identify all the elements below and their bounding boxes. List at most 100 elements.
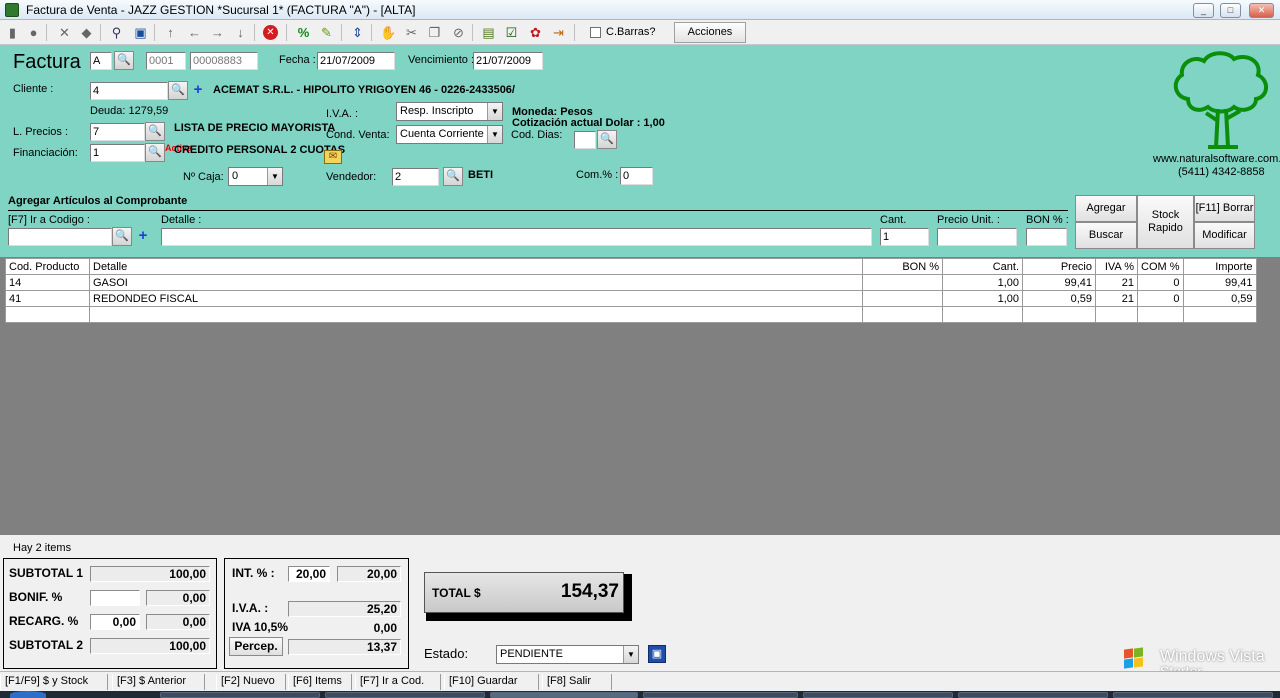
fkey-f10[interactable]: [F10] Guardar (444, 674, 539, 690)
modificar-button[interactable]: Modificar (1194, 222, 1255, 249)
acciones-button[interactable]: Acciones (674, 22, 746, 43)
bon-field[interactable] (1026, 228, 1067, 246)
col-iva[interactable]: IVA % (1095, 258, 1138, 275)
shield-icon[interactable]: ◆ (78, 24, 95, 41)
tipo-field[interactable]: A (90, 52, 112, 70)
ir-codigo-field[interactable] (8, 228, 112, 246)
cod-dias-field[interactable] (574, 131, 596, 149)
financiacion-codigo-field[interactable]: 1 (90, 144, 145, 162)
numero-field[interactable]: 00008883 (190, 52, 258, 70)
save-icon[interactable]: ▣ (132, 24, 149, 41)
fkey-f6[interactable]: [F6] Items (288, 674, 352, 690)
financiacion-search-button[interactable]: 🔍 (145, 143, 165, 162)
table-row[interactable] (5, 306, 1257, 323)
taskbar-button[interactable] (490, 692, 638, 698)
add-cliente-plus-icon[interactable]: + (191, 82, 205, 97)
precio-unit-field[interactable] (937, 228, 1017, 246)
close-button[interactable]: ✕ (1249, 3, 1274, 18)
codigo-search-button[interactable]: 🔍 (112, 227, 132, 246)
exit-icon[interactable]: ⇥ (550, 24, 567, 41)
chevron-down-icon: ▼ (623, 646, 638, 663)
save-icon[interactable]: ▣ (648, 645, 666, 663)
bonif-pct-field[interactable] (90, 590, 140, 606)
taskbar-button[interactable] (160, 692, 320, 698)
fkey-f3[interactable]: [F3] $ Anterior (112, 674, 205, 690)
arrow-up-icon[interactable]: ↑ (162, 24, 179, 41)
percent-icon[interactable]: % (295, 24, 312, 41)
cant-field[interactable]: 1 (880, 228, 929, 246)
vendedor-search-button[interactable]: 🔍 (443, 167, 463, 186)
iva-select[interactable]: Resp. Inscripto ▼ (396, 102, 503, 121)
start-orb-icon[interactable] (10, 691, 46, 698)
vencimiento-field[interactable]: 21/07/2009 (473, 52, 543, 70)
cod-dias-search-button[interactable]: 🔍 (597, 130, 617, 149)
col-importe[interactable]: Importe (1182, 258, 1257, 275)
estado-select[interactable]: PENDIENTE ▼ (496, 645, 639, 664)
book-icon[interactable]: ▤ (480, 24, 497, 41)
add-articulo-plus-icon[interactable]: + (136, 228, 150, 243)
cliente-label: Cliente : (13, 83, 54, 95)
new-doc-icon[interactable]: ▮ (4, 24, 21, 41)
fkey-f2[interactable]: [F2] Nuevo (216, 674, 286, 690)
lprecios-codigo-field[interactable]: 7 (90, 123, 145, 141)
taskbar-button[interactable] (803, 692, 953, 698)
com-field[interactable]: 0 (620, 167, 653, 185)
open-icon[interactable]: ● (25, 24, 42, 41)
col-cant[interactable]: Cant. (942, 258, 1023, 275)
cliente-search-button[interactable]: 🔍 (168, 81, 188, 100)
cancel-icon[interactable]: ✕ (263, 25, 278, 40)
col-detalle[interactable]: Detalle (89, 258, 863, 275)
cond-venta-select[interactable]: Cuenta Corriente ▼ (396, 125, 503, 144)
detalle-field[interactable] (161, 228, 872, 246)
agregar-button[interactable]: Agregar (1075, 195, 1137, 222)
taskbar-button[interactable] (958, 692, 1108, 698)
cliente-codigo-field[interactable]: 4 (90, 82, 168, 100)
tools-icon[interactable]: ✎ (318, 24, 335, 41)
sort-icon[interactable]: ⇕ (349, 24, 366, 41)
envelope-icon[interactable]: ✉ (324, 150, 342, 164)
arrow-right-icon[interactable]: → (209, 24, 226, 41)
minimize-button[interactable]: _ (1193, 3, 1214, 18)
recarg-pct-field[interactable]: 0,00 (90, 614, 140, 630)
fkey-f1f9[interactable]: [F1/F9] $ y Stock (0, 674, 108, 690)
scissors-icon[interactable]: ✂ (403, 24, 420, 41)
handshake-icon[interactable]: ✋ (380, 24, 397, 41)
iva105-label: IVA 10,5% (232, 620, 289, 634)
taskbar-button[interactable] (643, 692, 798, 698)
nro-caja-select[interactable]: 0 ▼ (228, 167, 283, 186)
col-com[interactable]: COM % (1137, 258, 1184, 275)
taskbar-button[interactable] (325, 692, 485, 698)
table-row[interactable]: 41 REDONDEO FISCAL 1,00 0,59 21 0 0,59 (5, 290, 1257, 307)
agregar-section-title: Agregar Artículos al Comprobante (8, 195, 188, 207)
subtotal1-label: SUBTOTAL 1 (9, 566, 84, 580)
tipo-search-button[interactable]: 🔍 (114, 51, 134, 70)
fkey-f8[interactable]: [F8] Salir (542, 674, 612, 690)
arrow-left-icon[interactable]: ← (186, 24, 203, 41)
delete-icon[interactable]: ✕ (56, 24, 73, 41)
percep-button[interactable]: Percep. (229, 637, 283, 656)
lprecios-search-button[interactable]: 🔍 (145, 122, 165, 141)
taskbar-button[interactable] (1113, 692, 1273, 698)
table-row[interactable]: 14 GASOI 1,00 99,41 21 0 99,41 (5, 274, 1257, 291)
punto-venta-field[interactable]: 0001 (146, 52, 186, 70)
forbid-icon[interactable]: ⊘ (450, 24, 467, 41)
col-bon[interactable]: BON % (862, 258, 943, 275)
vendedor-codigo-field[interactable]: 2 (392, 168, 439, 186)
check-icon[interactable]: ☑ (503, 24, 520, 41)
fecha-field[interactable]: 21/07/2009 (317, 52, 395, 70)
buscar-button[interactable]: Buscar (1075, 222, 1137, 249)
copy-icon[interactable]: ❐ (426, 24, 443, 41)
int-pct-field[interactable]: 20,00 (288, 566, 330, 582)
cbarras-checkbox[interactable] (590, 27, 601, 38)
fkey-f7[interactable]: [F7] Ir a Cod. (355, 674, 441, 690)
arrow-down-icon[interactable]: ↓ (232, 24, 249, 41)
col-precio[interactable]: Precio (1022, 258, 1096, 275)
maximize-button[interactable]: □ (1220, 3, 1241, 18)
stock-rapido-button[interactable]: Stock Rapido (1137, 195, 1194, 249)
borrar-button[interactable]: [F11] Borrar (1194, 195, 1255, 222)
lifebuoy-icon[interactable]: ✿ (527, 24, 544, 41)
precio-unit-label: Precio Unit. : (937, 214, 1000, 226)
search-icon[interactable]: ⚲ (108, 24, 125, 41)
col-cod-producto[interactable]: Cod. Producto (5, 258, 90, 275)
items-grid[interactable]: Cod. Producto Detalle BON % Cant. Precio… (5, 258, 1257, 323)
